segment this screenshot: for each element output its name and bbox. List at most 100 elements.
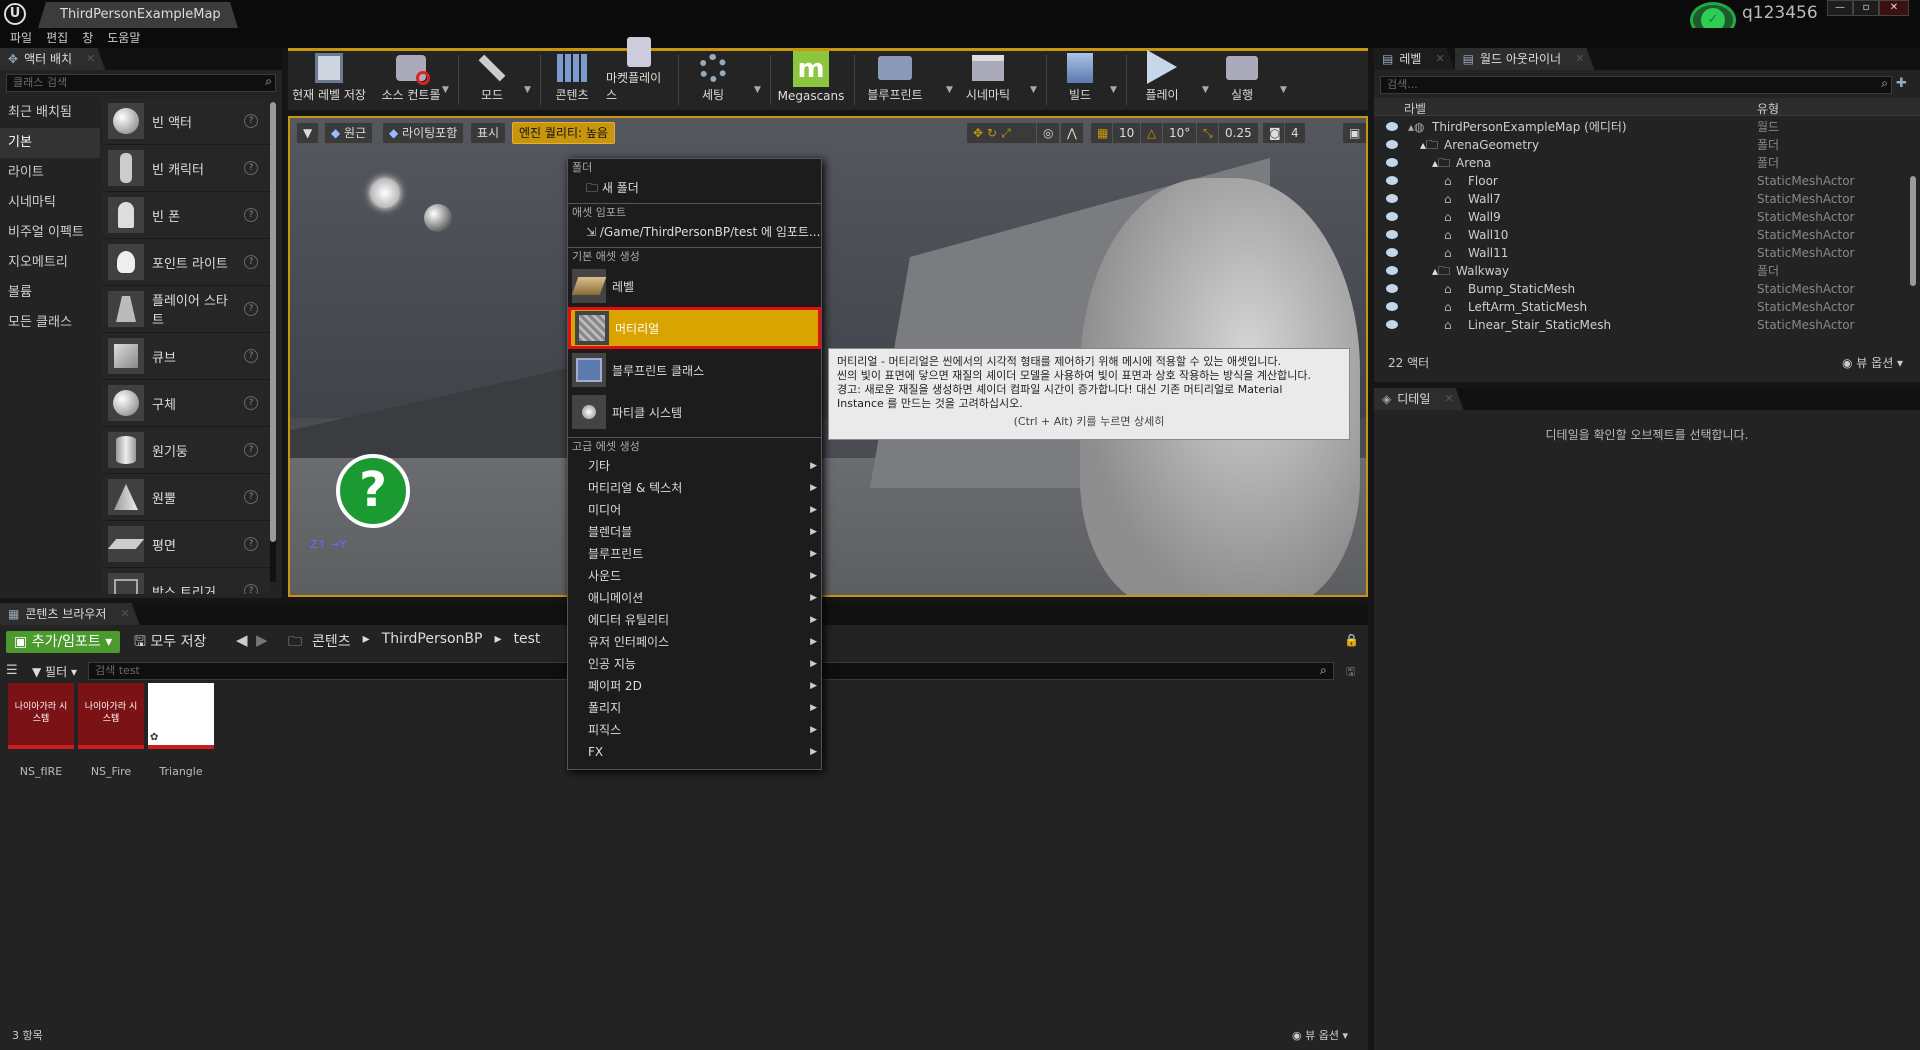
label-column-header[interactable]: 라벨 — [1404, 100, 1426, 117]
table-row[interactable]: ⌂ LeftArm_StaticMesh StaticMeshActor — [1374, 298, 1920, 316]
menu-file[interactable]: 파일 — [10, 28, 32, 48]
maximize-viewport-icon[interactable]: ▣ — [1342, 122, 1366, 144]
lit-mode-button[interactable]: ◆ 라이팅포함 — [382, 122, 465, 144]
table-row[interactable]: ▴🗀 Arena 폴더 — [1374, 154, 1920, 172]
table-row[interactable]: ⌂ Wall9 StaticMeshActor — [1374, 208, 1920, 226]
perspective-button[interactable]: ◆ 원근 — [324, 122, 374, 144]
help-icon[interactable]: ? — [244, 537, 258, 551]
table-row[interactable]: ⌂ Bump_StaticMesh StaticMeshActor — [1374, 280, 1920, 298]
eye-icon[interactable] — [1386, 248, 1398, 257]
create-material-item[interactable]: 머티리얼 — [568, 307, 821, 349]
dropdown-arrow-icon[interactable]: ▼ — [754, 85, 761, 95]
dropdown-arrow-icon[interactable]: ▼ — [442, 85, 449, 95]
category-geometry[interactable]: 지오메트리 — [0, 248, 100, 278]
submenu-item[interactable]: 에디터 유틸리티 ▶ — [568, 609, 821, 631]
view-options-button[interactable]: ◉ 뷰 옵션 ▾ — [1292, 1027, 1348, 1043]
help-icon[interactable]: ? — [244, 255, 258, 269]
eye-icon[interactable] — [1386, 320, 1398, 329]
megascans-button[interactable]: m Megascans — [774, 51, 848, 109]
close-icon[interactable]: ✕ — [86, 48, 95, 70]
sources-toggle-icon[interactable]: ☰ — [6, 663, 18, 678]
create-particle-system-item[interactable]: 파티클 시스템 — [568, 391, 821, 433]
save-level-button[interactable]: 현재 레벨 저장 — [290, 51, 368, 109]
list-item[interactable]: 빈 액터? — [102, 98, 270, 145]
submenu-item[interactable]: 머티리얼 & 텍스처 ▶ — [568, 477, 821, 499]
cinematics-button[interactable]: 시네마틱 — [958, 51, 1018, 109]
list-item[interactable]: 구체? — [102, 380, 270, 427]
outliner-view-options[interactable]: ◉ 뷰 옵션 ▾ — [1842, 354, 1903, 371]
new-folder-item[interactable]: 🗀 새 폴더 — [568, 177, 821, 199]
submenu-item[interactable]: 피직스 ▶ — [568, 719, 821, 741]
submenu-item[interactable]: 블렌더블 ▶ — [568, 521, 821, 543]
show-button[interactable]: 표시 — [470, 122, 507, 144]
submenu-item[interactable]: 폴리지 ▶ — [568, 697, 821, 719]
asset-thumbnail-ns-fire[interactable]: 나이아가라 시스템 — [78, 683, 144, 749]
launch-button[interactable]: 실행 — [1214, 51, 1270, 109]
close-icon[interactable]: ✕ — [120, 603, 129, 625]
breadcrumb-content[interactable]: 콘텐츠 — [312, 631, 351, 651]
dropdown-arrow-icon[interactable]: ▼ — [946, 85, 953, 95]
back-arrow-icon[interactable]: ◀ — [236, 631, 248, 649]
lock-icon[interactable]: 🔒 — [1344, 633, 1359, 647]
add-import-button[interactable]: ▣ 추가/임포트 ▾ — [6, 631, 121, 653]
dropdown-arrow-icon[interactable]: ▼ — [1202, 85, 1209, 95]
close-icon[interactable]: ✕ — [1444, 388, 1453, 410]
table-row[interactable]: ▴◍ ThirdPersonExampleMap (에디터) 월드 — [1374, 118, 1920, 136]
eye-icon[interactable] — [1386, 212, 1398, 221]
help-icon[interactable]: ? — [244, 490, 258, 504]
table-row[interactable]: ▴🗀 ArenaGeometry 폴더 — [1374, 136, 1920, 154]
list-item[interactable]: 원기둥? — [102, 427, 270, 474]
list-item[interactable]: 박스 트리거? — [102, 568, 270, 594]
tab-place-actors[interactable]: ✥ 액터 배치 ✕ — [0, 48, 105, 70]
eye-icon[interactable] — [1386, 140, 1398, 149]
content-button[interactable]: 콘텐츠 — [544, 51, 600, 109]
asset-thumbnail-triangle[interactable]: ✿ — [148, 683, 214, 749]
submenu-item[interactable]: 기타 ▶ — [568, 455, 821, 477]
filter-button[interactable]: ▼ 필터 ▾ — [32, 663, 77, 680]
sun-light-icon[interactable] — [370, 178, 400, 208]
save-all-button[interactable]: 🖫 모두 저장 — [134, 631, 206, 653]
camera-speed-value[interactable]: 4 — [1284, 122, 1306, 144]
modes-button[interactable]: 모드 — [463, 51, 521, 109]
scrollbar[interactable] — [1910, 176, 1916, 286]
create-level-item[interactable]: 레벨 — [568, 265, 821, 307]
submenu-item[interactable]: 인공 지능 ▶ — [568, 653, 821, 675]
eye-icon[interactable] — [1386, 176, 1398, 185]
help-icon[interactable]: ? — [244, 302, 258, 316]
help-icon[interactable]: ? — [244, 584, 258, 594]
category-volumes[interactable]: 볼륨 — [0, 278, 100, 308]
submenu-item[interactable]: 블루프린트 ▶ — [568, 543, 821, 565]
table-row[interactable]: ⌂ Linear_Stair_StaticMesh StaticMeshActor — [1374, 316, 1920, 334]
search-icon[interactable]: ⌕ — [265, 74, 272, 89]
menu-help[interactable]: 도움말 — [107, 28, 140, 48]
help-icon[interactable]: ? — [244, 114, 258, 128]
search-icon[interactable]: ⌕ — [1320, 663, 1327, 678]
list-item[interactable]: 평면? — [102, 521, 270, 568]
level-tab[interactable]: ThirdPersonExampleMap — [38, 2, 238, 28]
create-blueprint-class-item[interactable]: 블루프린트 클래스 — [568, 349, 821, 391]
play-button[interactable]: 플레이 — [1134, 50, 1190, 109]
scale-snap-value[interactable]: 0.25 — [1218, 122, 1259, 144]
forward-arrow-icon[interactable]: ▶ — [256, 631, 268, 649]
help-icon[interactable]: ? — [244, 349, 258, 363]
close-icon[interactable]: ✕ — [1575, 48, 1584, 70]
eye-icon[interactable] — [1386, 230, 1398, 239]
eye-icon[interactable] — [1386, 158, 1398, 167]
menu-edit[interactable]: 편집 — [46, 28, 68, 48]
submenu-item[interactable]: 애니메이션 ▶ — [568, 587, 821, 609]
category-recent[interactable]: 최근 배치됨 — [0, 98, 100, 128]
grid-snap-value[interactable]: 10 — [1112, 122, 1142, 144]
help-icon[interactable]: ? — [244, 208, 258, 222]
build-button[interactable]: 빌드 — [1052, 51, 1108, 109]
settings-button[interactable]: 세팅 — [684, 51, 742, 109]
dropdown-arrow-icon[interactable]: ▼ — [1110, 85, 1117, 95]
breadcrumb-thirdpersonbp[interactable]: ThirdPersonBP — [382, 631, 483, 651]
rotation-snap-icon[interactable]: △ — [1140, 122, 1164, 144]
submenu-item[interactable]: 미디어 ▶ — [568, 499, 821, 521]
close-button[interactable]: ✕ — [1879, 0, 1909, 16]
submenu-item[interactable]: 사운드 ▶ — [568, 565, 821, 587]
table-row[interactable]: ⌂ Wall7 StaticMeshActor — [1374, 190, 1920, 208]
submenu-item[interactable]: 페이퍼 2D ▶ — [568, 675, 821, 697]
category-visual-effects[interactable]: 비주얼 이펙트 — [0, 218, 100, 248]
source-control-button[interactable]: 소스 컨트롤 — [372, 51, 450, 109]
